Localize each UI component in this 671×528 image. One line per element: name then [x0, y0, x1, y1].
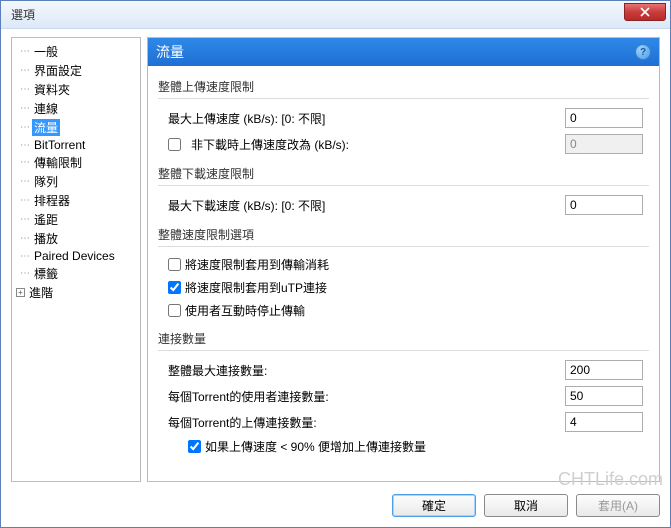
sidebar-item-paired-devices[interactable]: ⋯Paired Devices — [14, 248, 138, 264]
sidebar-item-bittorrent[interactable]: ⋯BitTorrent — [14, 137, 138, 153]
expand-icon: + — [16, 288, 25, 297]
category-tree: ⋯一般 ⋯界面設定 ⋯資料夾 ⋯連線 ⋯流量 ⋯BitTorrent ⋯傳輸限制… — [11, 37, 141, 482]
sidebar-item-connection[interactable]: ⋯連線 — [14, 99, 138, 118]
divider — [158, 246, 649, 247]
divider — [158, 350, 649, 351]
close-button[interactable] — [624, 3, 666, 21]
sidebar-item-bandwidth[interactable]: ⋯流量 — [14, 118, 138, 137]
apply-button[interactable]: 套用(A) — [576, 494, 660, 517]
max-download-input[interactable] — [565, 195, 643, 215]
panel-header: 流量 ? — [148, 38, 659, 66]
panel-title: 流量 — [156, 42, 184, 62]
cancel-button[interactable]: 取消 — [484, 494, 568, 517]
total-conn-label: 整體最大連接數量: — [168, 362, 559, 379]
per-torrent-conn-input[interactable] — [565, 386, 643, 406]
sidebar-item-transfer-cap[interactable]: ⋯傳輸限制 — [14, 153, 138, 172]
divider — [158, 185, 649, 186]
upload-slots-label: 每個Torrent的上傳連接數量: — [168, 414, 559, 431]
divider — [158, 98, 649, 99]
sidebar-item-remote[interactable]: ⋯遙距 — [14, 210, 138, 229]
sidebar-item-folders[interactable]: ⋯資料夾 — [14, 80, 138, 99]
button-bar: 確定 取消 套用(A) — [1, 488, 670, 527]
extra-upload-slot-label: 如果上傳速度 < 90% 便增加上傳連接數量 — [205, 438, 426, 455]
titlebar: 選項 — [1, 1, 670, 29]
upload-slots-input[interactable] — [565, 412, 643, 432]
preferences-window: 選項 ⋯一般 ⋯界面設定 ⋯資料夾 ⋯連線 ⋯流量 ⋯BitTorrent ⋯傳… — [0, 0, 671, 528]
max-upload-label: 最大上傳速度 (kB/s): [0: 不限] — [168, 110, 559, 127]
options-group-title: 整體速度限制選項 — [158, 226, 649, 243]
sidebar-item-queue[interactable]: ⋯隊列 — [14, 172, 138, 191]
extra-upload-slot-checkbox[interactable] — [188, 440, 201, 453]
sidebar-item-ui[interactable]: ⋯界面設定 — [14, 61, 138, 80]
max-download-label: 最大下載速度 (kB/s): [0: 不限] — [168, 197, 559, 214]
apply-to-utp-label: 將速度限制套用到uTP連接 — [185, 279, 327, 296]
alt-upload-label: 非下載時上傳速度改為 (kB/s): — [191, 136, 559, 153]
alt-upload-checkbox[interactable] — [168, 138, 181, 151]
conn-group-title: 連接數量 — [158, 330, 649, 347]
help-icon[interactable]: ? — [635, 44, 651, 60]
alt-upload-input — [565, 134, 643, 154]
stop-on-interaction-label: 使用者互動時停止傳輸 — [185, 302, 305, 319]
sidebar-item-general[interactable]: ⋯一般 — [14, 42, 138, 61]
apply-to-overhead-checkbox[interactable] — [168, 258, 181, 271]
sidebar-item-scheduler[interactable]: ⋯排程器 — [14, 191, 138, 210]
stop-on-interaction-checkbox[interactable] — [168, 304, 181, 317]
close-icon — [640, 7, 650, 17]
total-conn-input[interactable] — [565, 360, 643, 380]
per-torrent-conn-label: 每個Torrent的使用者連接數量: — [168, 388, 559, 405]
ok-button[interactable]: 確定 — [392, 494, 476, 517]
sidebar-item-labels[interactable]: ⋯標籤 — [14, 264, 138, 283]
upload-group-title: 整體上傳速度限制 — [158, 78, 649, 95]
sidebar-item-advanced[interactable]: +進階 — [14, 283, 138, 302]
window-title: 選項 — [11, 6, 35, 23]
max-upload-input[interactable] — [565, 108, 643, 128]
apply-to-utp-checkbox[interactable] — [168, 281, 181, 294]
sidebar-item-playback[interactable]: ⋯播放 — [14, 229, 138, 248]
download-group-title: 整體下載速度限制 — [158, 165, 649, 182]
apply-to-overhead-label: 將速度限制套用到傳輸消耗 — [185, 256, 329, 273]
settings-panel: 流量 ? 整體上傳速度限制 最大上傳速度 (kB/s): [0: 不限] 非下載… — [147, 37, 660, 482]
